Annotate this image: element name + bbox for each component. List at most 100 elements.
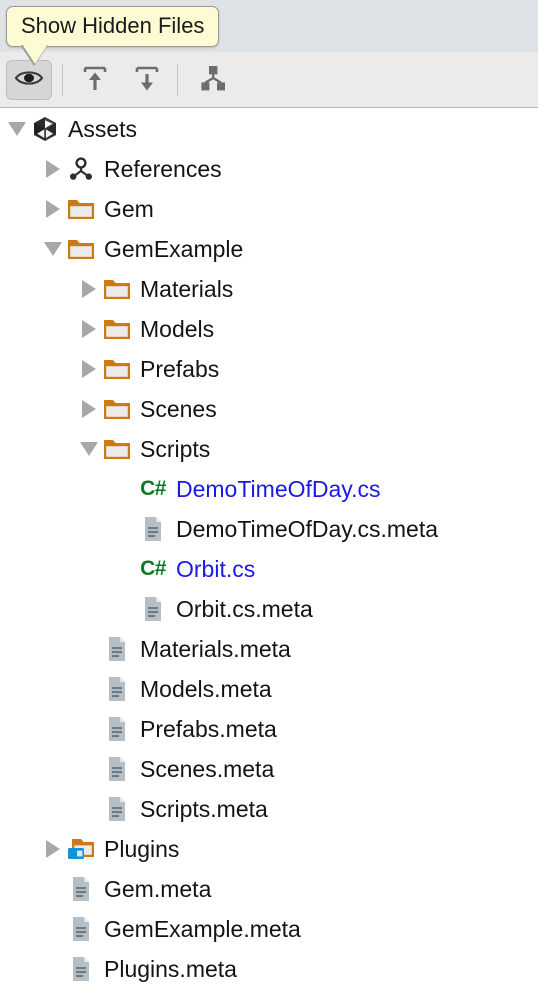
project-file-tree[interactable]: Assets References Gem GemExample Materials Mo… [0, 109, 538, 989]
meta-file-icon [102, 634, 132, 664]
chevron-right-icon[interactable] [76, 389, 102, 429]
meta-file-icon [66, 874, 96, 904]
tree-item-label: Materials.meta [140, 635, 291, 662]
folder-icon [102, 354, 132, 384]
tree-item-models[interactable]: Models [0, 309, 538, 349]
tree-item-prefabs[interactable]: Prefabs [0, 349, 538, 389]
tree-toggle-spacer [76, 629, 102, 669]
meta-file-icon [66, 954, 96, 984]
tree-item-label: Scripts [140, 435, 211, 462]
tree-item-scripts[interactable]: Scripts [0, 429, 538, 469]
tree-item-label: Orbit.cs.meta [176, 595, 313, 622]
toolbar [0, 52, 538, 108]
folder-icon [102, 394, 132, 424]
tree-toggle-spacer [76, 709, 102, 749]
tree-item-label: Scripts.meta [140, 795, 268, 822]
tree-toggle-spacer [112, 589, 138, 629]
tree-toggle-spacer [112, 469, 138, 509]
tree-item-models-meta[interactable]: Models.meta [0, 669, 538, 709]
tree-item-label: GemExample.meta [104, 915, 301, 942]
tree-item-label: DemoTimeOfDay.cs.meta [176, 515, 438, 542]
meta-file-icon [138, 514, 168, 544]
chevron-right-icon[interactable] [76, 269, 102, 309]
tooltip-label: Show Hidden Files [21, 13, 205, 38]
tree-toggle-spacer [40, 909, 66, 949]
tree-item-scenes-meta[interactable]: Scenes.meta [0, 749, 538, 789]
tree-item-gem-meta[interactable]: Gem.meta [0, 869, 538, 909]
meta-file-icon [66, 914, 96, 944]
collapse-all-button[interactable] [72, 60, 118, 100]
tree-item-materials-meta[interactable]: Materials.meta [0, 629, 538, 669]
tree-item-label: Plugins.meta [104, 955, 237, 982]
tree-item-plugins-meta[interactable]: Plugins.meta [0, 949, 538, 989]
meta-file-icon [102, 714, 132, 744]
tree-toggle-spacer [76, 789, 102, 829]
tree-item-label: DemoTimeOfDay.cs [176, 475, 381, 502]
tree-item-assets[interactable]: Assets [0, 109, 538, 149]
tree-item-demotimeofday-cs[interactable]: C# DemoTimeOfDay.cs [0, 469, 538, 509]
tree-toggle-spacer [40, 869, 66, 909]
tree-item-label: Scenes [140, 395, 217, 422]
expand-all-button[interactable] [124, 60, 170, 100]
tree-item-label: Assets [68, 115, 138, 142]
chevron-right-icon[interactable] [76, 309, 102, 349]
tree-item-orbit-cs-meta[interactable]: Orbit.cs.meta [0, 589, 538, 629]
tree-item-label: Materials [140, 275, 234, 302]
tooltip: Show Hidden Files [6, 6, 220, 47]
folder-icon [66, 194, 96, 224]
chevron-down-icon[interactable] [76, 429, 102, 469]
tree-item-label: References [104, 155, 222, 182]
tree-item-orbit-cs[interactable]: C# Orbit.cs [0, 549, 538, 589]
tree-item-label: Models [140, 315, 215, 342]
meta-file-icon [102, 674, 132, 704]
tree-item-plugins[interactable]: Plugins [0, 829, 538, 869]
hierarchy-icon [198, 63, 228, 98]
tree-toggle-spacer [112, 549, 138, 589]
unity-cube-icon [30, 114, 60, 144]
plugins-folder-icon [66, 834, 96, 864]
tree-item-label: Orbit.cs [176, 555, 256, 582]
folder-icon [102, 274, 132, 304]
tree-item-label: Prefabs.meta [140, 715, 277, 742]
tree-item-prefabs-meta[interactable]: Prefabs.meta [0, 709, 538, 749]
tree-item-label: Models.meta [140, 675, 272, 702]
chevron-right-icon[interactable] [76, 349, 102, 389]
chevron-down-icon[interactable] [4, 109, 30, 149]
tree-item-label: Gem [104, 195, 154, 222]
folder-icon [102, 314, 132, 344]
toolbar-separator-2 [177, 64, 178, 96]
chevron-right-icon[interactable] [40, 189, 66, 229]
folder-icon [102, 434, 132, 464]
meta-file-icon [138, 594, 168, 624]
tree-item-materials[interactable]: Materials [0, 269, 538, 309]
csharp-icon: C# [140, 477, 166, 500]
show-hidden-files-button[interactable] [6, 60, 52, 100]
tooltip-pointer [22, 44, 48, 64]
show-hierarchy-button[interactable] [190, 60, 236, 100]
tree-toggle-spacer [40, 949, 66, 989]
tree-item-label: Scenes.meta [140, 755, 275, 782]
tree-toggle-spacer [76, 749, 102, 789]
collapse-all-icon [80, 63, 110, 98]
tree-item-label: Plugins [104, 835, 180, 862]
folder-icon [66, 234, 96, 264]
csharp-icon: C# [140, 557, 166, 580]
tree-item-gemexample[interactable]: GemExample [0, 229, 538, 269]
tree-item-gem[interactable]: Gem [0, 189, 538, 229]
toolbar-inner [0, 52, 538, 107]
tree-item-gemexample-meta[interactable]: GemExample.meta [0, 909, 538, 949]
chevron-right-icon[interactable] [40, 149, 66, 189]
tree-item-label: GemExample [104, 235, 244, 262]
tree-item-references[interactable]: References [0, 149, 538, 189]
chevron-down-icon[interactable] [40, 229, 66, 269]
tree-item-demotimeofday-cs-meta[interactable]: DemoTimeOfDay.cs.meta [0, 509, 538, 549]
meta-file-icon [102, 754, 132, 784]
expand-all-icon [132, 63, 162, 98]
tree-item-label: Prefabs [140, 355, 220, 382]
tree-toggle-spacer [76, 669, 102, 709]
toolbar-separator-1 [62, 64, 63, 96]
chevron-right-icon[interactable] [40, 829, 66, 869]
meta-file-icon [102, 794, 132, 824]
tree-item-scenes[interactable]: Scenes [0, 389, 538, 429]
tree-item-scripts-meta[interactable]: Scripts.meta [0, 789, 538, 829]
